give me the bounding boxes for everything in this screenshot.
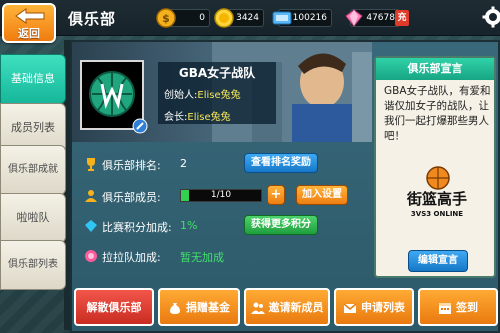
back-button[interactable]: 返回 — [2, 3, 56, 43]
founder-value: Elise兔兔 — [197, 90, 241, 101]
tab-club-achievements[interactable]: 俱乐部成就 — [0, 145, 66, 195]
announcement-text: GBA女子战队，有爱和谐仅加女子的战队，让我们一起打爆那些男人吧！ — [384, 85, 491, 142]
signin-label: 签到 — [456, 301, 478, 314]
diamond-value: 47678 — [366, 13, 395, 23]
dissolve-club-label: 解散俱乐部 — [86, 301, 142, 314]
founder-label: 创始人: — [164, 90, 198, 101]
president-value: Elise兔兔 — [187, 112, 231, 123]
points-label: 比赛积分加成: — [102, 221, 172, 234]
tab-club-list[interactable]: 俱乐部列表 — [0, 240, 66, 290]
ticket-counter: 100216 — [272, 9, 332, 27]
rank-label: 俱乐部排名: — [102, 159, 161, 172]
invite-member-button[interactable]: 邀请新成员 — [244, 288, 330, 326]
game-logo: 街篮高手 3VS3 ONLINE — [406, 166, 467, 218]
join-settings-button[interactable]: 加入设置 — [296, 185, 348, 205]
president-label: 会长: — [164, 112, 188, 123]
ticket-icon — [272, 11, 292, 25]
announcement-title: 俱乐部宣言 — [376, 58, 494, 80]
gold-icon: $ — [156, 8, 176, 28]
member-icon — [85, 190, 97, 202]
founder-row: 创始人:Elise兔兔 — [164, 86, 241, 101]
recharge-button[interactable]: 充 — [395, 10, 409, 26]
points-value: 1% — [180, 219, 198, 232]
diamond-counter: 47678 充 — [345, 9, 409, 27]
brand-main-text: 街篮高手 — [406, 190, 467, 208]
brand-sub-text: 3VS3 ONLINE — [411, 210, 463, 218]
coin-value: 3424 — [236, 13, 259, 23]
trophy-icon — [87, 158, 95, 171]
top-bar: 俱乐部 $ 0 3424 100216 47678 充 — [0, 0, 500, 36]
club-name: GBA女子战队 — [178, 66, 256, 80]
members-progress-bar: 1/10 — [180, 189, 262, 202]
cheer-value: 暂无加成 — [180, 251, 224, 264]
get-more-points-button[interactable]: 获得更多积分 — [244, 215, 318, 235]
diamond-icon — [345, 9, 363, 27]
tab-basic-info[interactable]: 基础信息 — [0, 54, 66, 104]
application-list-label: 申请列表 — [361, 301, 405, 314]
invite-member-label: 邀请新成员 — [268, 301, 324, 314]
tab-cheerleaders[interactable]: 啦啦队 — [0, 193, 66, 243]
svg-text:$: $ — [162, 12, 170, 25]
cheer-pompom-icon — [85, 250, 97, 262]
members-progress-text: 1/10 — [210, 190, 232, 200]
president-row: 会长:Elise兔兔 — [164, 108, 231, 123]
page-title: 俱乐部 — [68, 10, 117, 28]
application-list-button[interactable]: 申请列表 — [334, 288, 414, 326]
gold-counter: $ 0 — [156, 8, 210, 28]
edit-announcement-button[interactable]: 编辑宣言 — [408, 250, 468, 272]
application-mail-icon — [343, 303, 357, 313]
coin-counter: 3424 — [214, 8, 264, 28]
view-rank-rewards-button[interactable]: 查看排名奖励 — [244, 153, 318, 173]
donate-fund-button[interactable]: 捐赠基金 — [158, 288, 240, 326]
cheer-label: 拉拉队加成: — [102, 251, 161, 264]
club-logo — [80, 60, 148, 134]
donate-fund-label: 捐赠基金 — [186, 301, 230, 314]
points-gem-icon — [85, 220, 97, 232]
add-member-button[interactable]: + — [267, 185, 285, 205]
signin-button[interactable]: 签到 — [418, 288, 498, 326]
edit-logo-icon[interactable] — [132, 118, 148, 134]
dissolve-club-button[interactable]: 解散俱乐部 — [74, 288, 154, 326]
members-label: 俱乐部成员: — [102, 191, 161, 204]
rank-value: 2 — [180, 157, 187, 170]
ticket-value: 100216 — [292, 13, 327, 23]
invite-people-icon — [250, 302, 265, 314]
gold-value: 0 — [199, 13, 205, 23]
coin-icon — [214, 8, 234, 28]
announcement-panel: 俱乐部宣言 GBA女子战队，有爱和谐仅加女子的战队，让我们一起打爆那些男人吧！ … — [374, 56, 496, 278]
settings-gear-icon[interactable] — [482, 6, 500, 28]
calendar-icon — [439, 303, 451, 314]
donate-money-bag-icon — [170, 303, 180, 314]
back-label: 返回 — [18, 27, 40, 40]
back-arrow-icon — [15, 8, 45, 24]
